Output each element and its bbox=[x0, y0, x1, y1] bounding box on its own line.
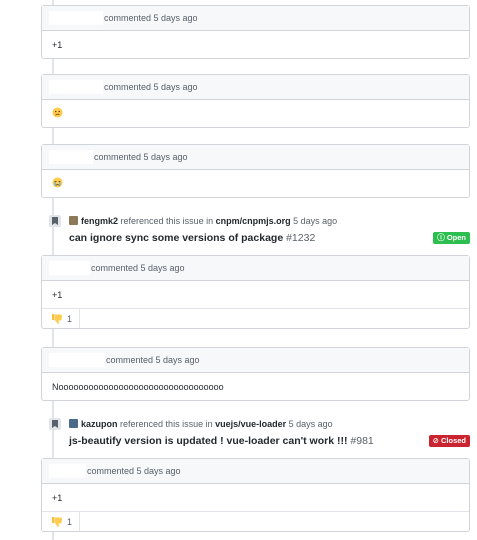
event-time[interactable]: 5 days ago bbox=[293, 216, 337, 226]
redacted-author bbox=[49, 261, 90, 275]
thumbs-down-icon bbox=[52, 517, 62, 527]
event-repo[interactable]: vuejs/vue-loader bbox=[215, 419, 286, 429]
status-label: Closed bbox=[440, 436, 466, 445]
comment: commented 5 days ago +1 1 bbox=[41, 255, 470, 329]
comment-body: Nooooooooooooooooooooooooooooooooo bbox=[52, 382, 224, 392]
cross-reference-event: kazupon referenced this issue in vuejs/v… bbox=[41, 418, 473, 454]
redacted-author bbox=[49, 150, 93, 164]
event-user[interactable]: fengmk2 bbox=[81, 216, 118, 226]
issue-number[interactable]: #1232 bbox=[286, 232, 315, 244]
closed-icon: ⊘ bbox=[432, 436, 439, 445]
comment: commented 5 days ago bbox=[41, 144, 470, 198]
reaction-count: 1 bbox=[67, 517, 73, 527]
comment-header: commented 5 days ago bbox=[42, 145, 469, 170]
reaction-button[interactable]: 1 bbox=[42, 309, 80, 328]
open-icon: ⓘ bbox=[437, 233, 445, 242]
comment-timestamp[interactable]: commented 5 days ago bbox=[106, 355, 200, 365]
comment: commented 5 days ago +1 1 bbox=[41, 458, 470, 532]
status-label: Open bbox=[446, 233, 466, 242]
event-description: kazupon referenced this issue in vuejs/v… bbox=[69, 418, 333, 430]
comment: commented 5 days ago Noooooooooooooooooo… bbox=[41, 347, 470, 401]
reaction-count: 1 bbox=[67, 314, 73, 324]
comment-header: commented 5 days ago bbox=[42, 75, 469, 100]
crying-face-icon bbox=[52, 177, 63, 188]
redacted-author bbox=[49, 80, 103, 94]
reactions-bar: 1 bbox=[42, 308, 469, 328]
comment-timestamp[interactable]: commented 5 days ago bbox=[87, 466, 181, 476]
event-action: referenced this issue in bbox=[120, 419, 213, 429]
comment-header: commented 5 days ago bbox=[42, 459, 469, 484]
comment-body bbox=[42, 100, 469, 127]
comment-body: +1 bbox=[52, 493, 63, 503]
comment-body: +1 bbox=[52, 290, 63, 300]
comment-timestamp[interactable]: commented 5 days ago bbox=[94, 152, 188, 162]
event-time[interactable]: 5 days ago bbox=[289, 419, 333, 429]
issue-number[interactable]: #981 bbox=[350, 435, 373, 447]
comment-timestamp[interactable]: commented 5 days ago bbox=[104, 82, 198, 92]
redacted-author bbox=[49, 11, 103, 25]
redacted-author bbox=[49, 464, 86, 478]
issue-title-text[interactable]: can ignore sync some versions of package bbox=[69, 232, 283, 244]
reactions-bar: 1 bbox=[42, 511, 469, 531]
comment-header: commented 5 days ago bbox=[42, 348, 469, 373]
bookmark-icon bbox=[49, 215, 61, 227]
comment-header: commented 5 days ago bbox=[42, 6, 469, 31]
comment-timestamp[interactable]: commented 5 days ago bbox=[91, 263, 185, 273]
event-action: referenced this issue in bbox=[120, 216, 214, 226]
comment-timestamp[interactable]: commented 5 days ago bbox=[104, 13, 198, 23]
referenced-issue-title[interactable]: can ignore sync some versions of package… bbox=[69, 232, 315, 244]
comment: commented 5 days ago +1 bbox=[41, 5, 470, 59]
event-user[interactable]: kazupon bbox=[81, 419, 118, 429]
cross-reference-event: fengmk2 referenced this issue in cnpm/cn… bbox=[41, 215, 473, 251]
comment-body bbox=[42, 170, 469, 197]
confused-face-icon bbox=[52, 107, 63, 118]
comment-body: +1 bbox=[52, 40, 63, 50]
thumbs-down-icon bbox=[52, 314, 62, 324]
referenced-issue-title[interactable]: js-beautify version is updated ! vue-loa… bbox=[69, 435, 374, 447]
status-badge: ⊘ Closed bbox=[428, 435, 470, 447]
comment: commented 5 days ago bbox=[41, 74, 470, 128]
comment-header: commented 5 days ago bbox=[42, 256, 469, 281]
bookmark-icon bbox=[49, 418, 61, 430]
status-badge: ⓘ Open bbox=[433, 232, 470, 244]
event-repo[interactable]: cnpm/cnpmjs.org bbox=[216, 216, 291, 226]
avatar[interactable] bbox=[69, 216, 78, 225]
reaction-button[interactable]: 1 bbox=[42, 512, 80, 531]
issue-title-text[interactable]: js-beautify version is updated ! vue-loa… bbox=[69, 435, 347, 447]
avatar[interactable] bbox=[69, 419, 78, 428]
redacted-author bbox=[49, 353, 105, 367]
event-description: fengmk2 referenced this issue in cnpm/cn… bbox=[69, 215, 337, 227]
